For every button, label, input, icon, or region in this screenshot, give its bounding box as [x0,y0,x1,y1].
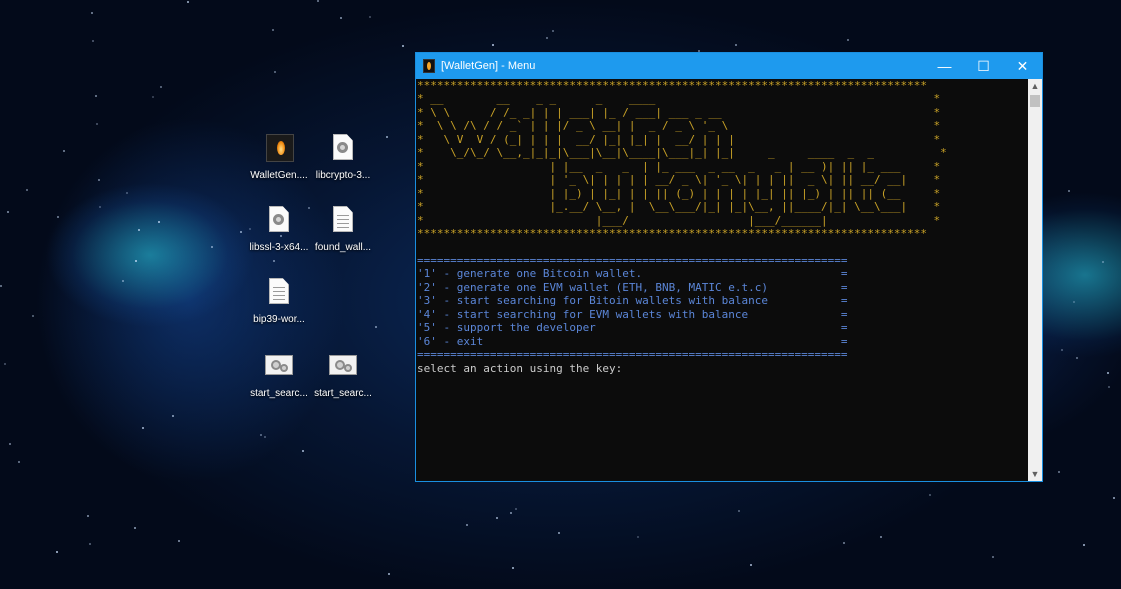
desktop-icon-start-search-2[interactable]: start_searc... [312,352,374,399]
desktop-icon-label: start_searc... [314,388,372,399]
desktop-icon-label: libcrypto-3... [315,170,371,181]
dll-file-icon [328,134,358,166]
menu-list: '1' - generate one Bitcoin wallet. = '2'… [417,267,1028,348]
menu-item-border: = [840,307,848,321]
scrollbar-thumb[interactable] [1030,95,1040,107]
menu-item: '5' - support the developer = [417,321,1028,334]
input-prompt[interactable]: select an action using the key: [417,362,1028,375]
scroll-down-icon[interactable]: ▼ [1028,467,1042,481]
text-file-icon [264,278,294,310]
ascii-banner: ****************************************… [417,79,947,240]
text-file-icon [328,206,358,238]
walletgen-exe-icon [264,134,294,166]
menu-item-text: '1' - generate one Bitcoin wallet. [417,267,643,281]
batch-file-icon [328,352,358,384]
menu-item-border: = [840,294,848,308]
maximize-button[interactable]: ☐ [964,53,1003,79]
desktop-icon-label: bip39-wor... [253,314,305,325]
vertical-scrollbar[interactable]: ▲ ▼ [1028,79,1042,481]
menu-item-border: = [840,280,848,294]
menu-item-text: '4' - start searching for EVM wallets wi… [417,307,749,321]
close-button[interactable]: ✕ [1003,53,1042,79]
blank-line [417,240,1028,253]
console-output[interactable]: ****************************************… [416,79,1028,481]
dll-file-icon [264,206,294,238]
menu-item: '1' - generate one Bitcoin wallet. = [417,267,1028,280]
desktop-icon-label: start_searc... [250,388,308,399]
window-title: [WalletGen] - Menu [441,60,536,72]
menu-item-border: = [840,267,848,281]
batch-file-icon [264,352,294,384]
menu-item-text: '6' - exit [417,334,484,348]
minimize-button[interactable]: — [925,53,964,79]
menu-separator-bottom: ========================================… [417,348,848,362]
menu-item-border: = [840,321,848,335]
desktop-icon-label: libssl-3-x64... [249,242,309,253]
desktop-icon-label: WalletGen.... [250,170,308,181]
menu-separator-top: ========================================… [417,253,848,267]
desktop-icon-label: found_wall... [314,242,372,253]
menu-item-text: '2' - generate one EVM wallet (ETH, BNB,… [417,280,768,294]
desktop-icon-start-search-1[interactable]: start_searc... [248,352,310,399]
menu-item-border: = [840,334,848,348]
console-window[interactable]: [WalletGen] - Menu — ☐ ✕ ***************… [415,52,1043,482]
scroll-up-icon[interactable]: ▲ [1028,79,1042,93]
desktop-icon-libcrypto[interactable]: libcrypto-3... [312,134,374,181]
menu-item-text: '3' - start searching for Bitoin wallets… [417,294,768,308]
menu-item: '2' - generate one EVM wallet (ETH, BNB,… [417,281,1028,294]
app-icon [423,59,435,73]
desktop-icon-found-wallets[interactable]: found_wall... [312,206,374,253]
menu-item: '6' - exit = [417,335,1028,348]
menu-item: '4' - start searching for EVM wallets wi… [417,308,1028,321]
menu-item-text: '5' - support the developer [417,321,596,335]
desktop-icon-walletgen[interactable]: WalletGen.... [248,134,310,181]
desktop-icon-libssl[interactable]: libssl-3-x64... [248,206,310,253]
desktop-icon-bip39[interactable]: bip39-wor... [248,278,310,325]
window-titlebar[interactable]: [WalletGen] - Menu — ☐ ✕ [416,53,1042,79]
menu-item: '3' - start searching for Bitoin wallets… [417,294,1028,307]
